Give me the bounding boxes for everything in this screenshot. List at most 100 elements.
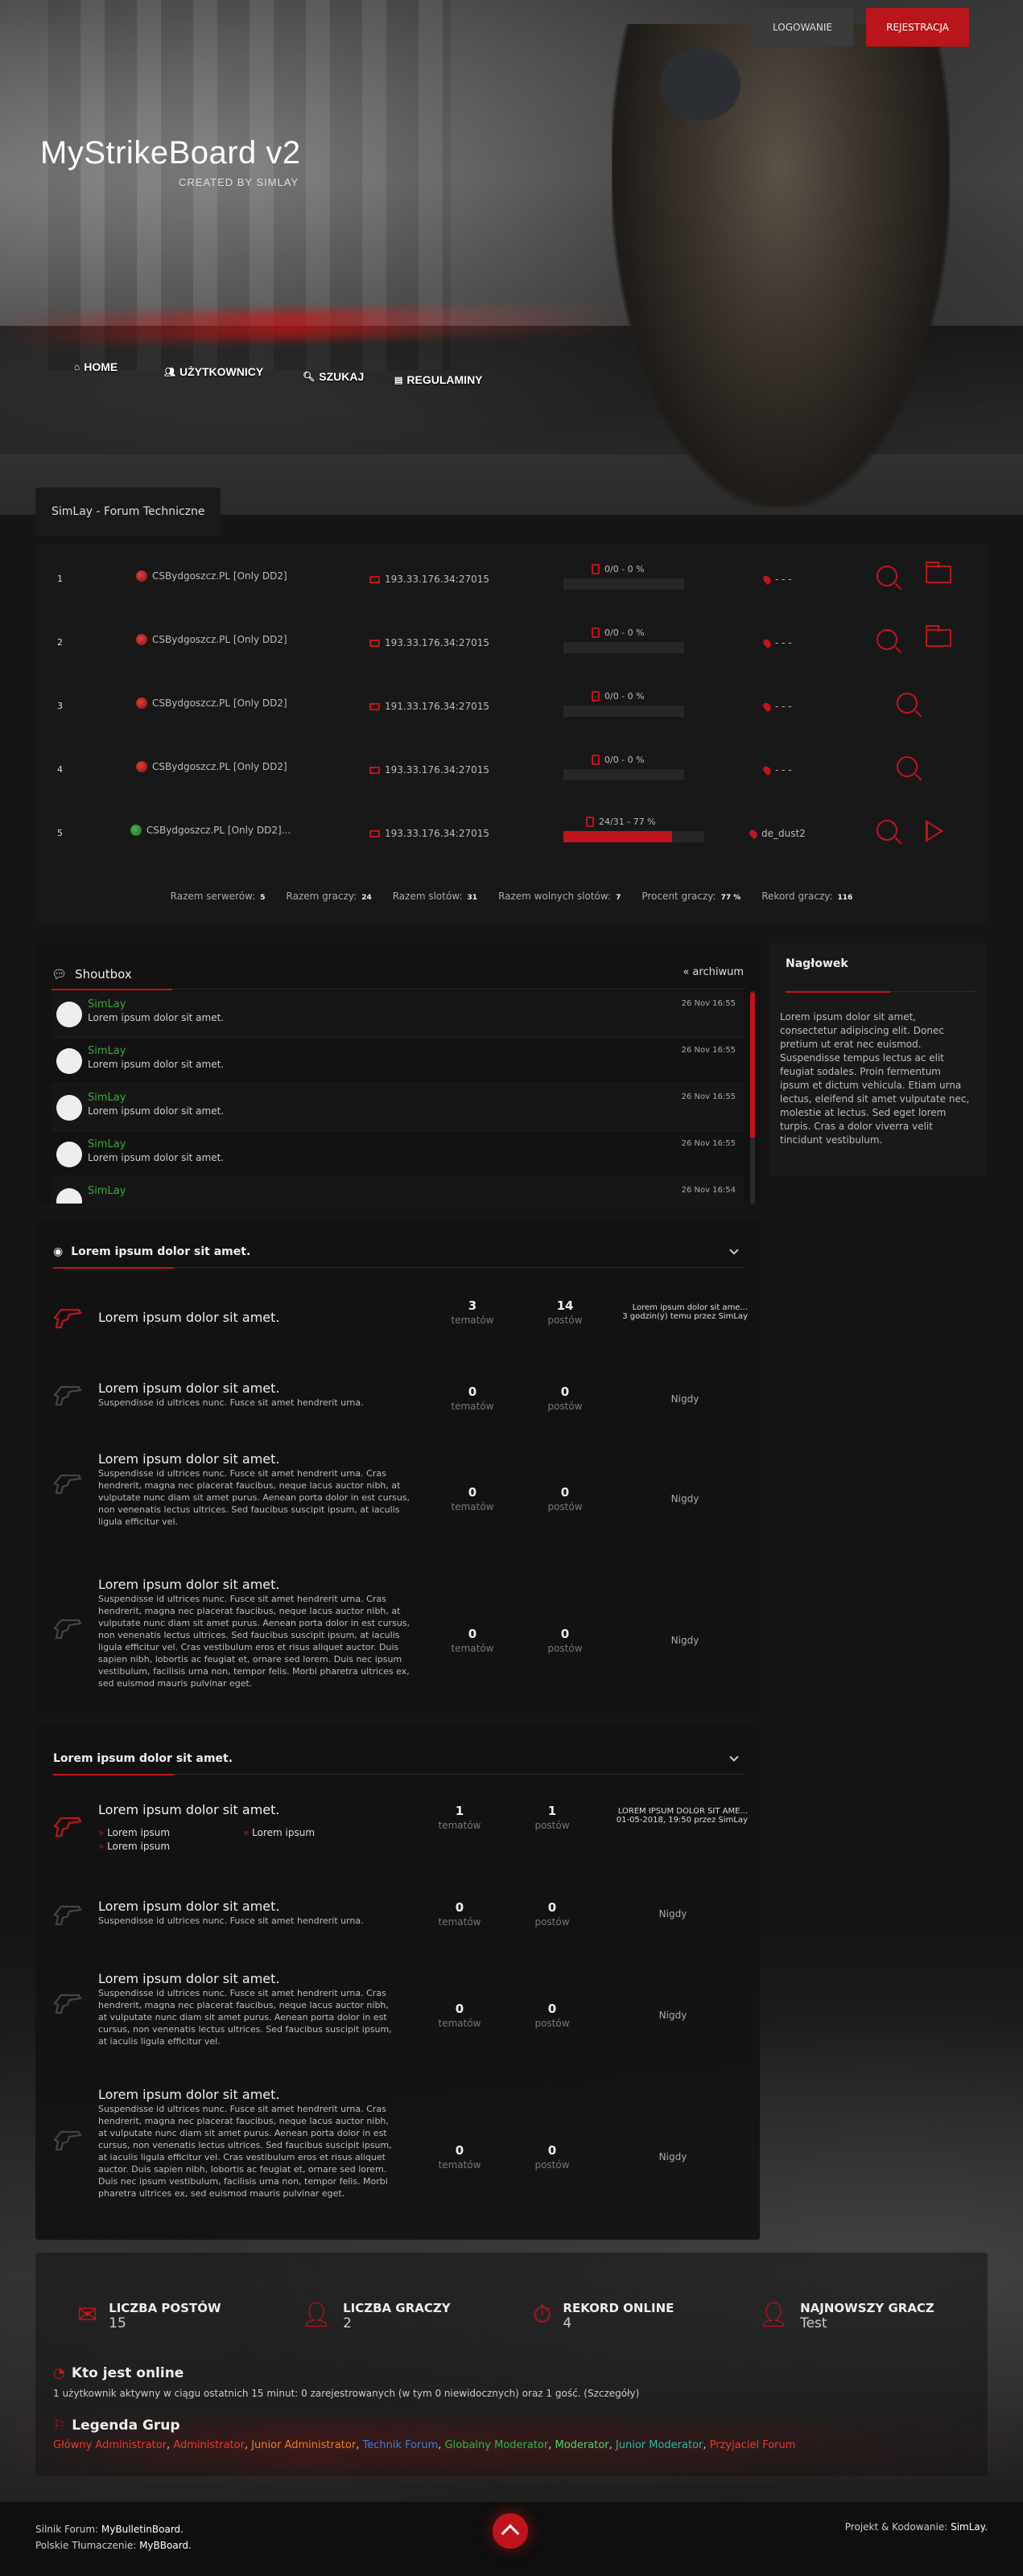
breadcrumb[interactable]: SimLay - Forum Techniczne xyxy=(35,488,221,536)
group-link[interactable]: Moderator xyxy=(555,2439,609,2451)
last-post[interactable]: LOREM IPSUM DOLOR SIT AME... 01-05-2018, … xyxy=(587,1807,748,1825)
server-ip[interactable]: 193.33.176.34:27015 xyxy=(369,637,489,648)
gun-icon xyxy=(52,2125,84,2153)
shout-user[interactable]: SimLay xyxy=(88,1045,126,1057)
forum-title[interactable]: Lorem ipsum dolor sit amet. xyxy=(98,2087,280,2102)
server-name[interactable]: CSBydgoszcz.PL [Only DD2] xyxy=(136,570,287,582)
shoutbox-archive-link[interactable]: « archiwum xyxy=(683,966,744,978)
login-button[interactable]: LOGOWANIE xyxy=(752,8,853,47)
forum-row: Lorem ipsum dolor sit amet. 3 tematów 14 p… xyxy=(35,1287,760,1360)
server-details-icon[interactable] xyxy=(897,693,918,714)
forum-topics: 0 tematów xyxy=(438,2143,481,2171)
server-map: - - - xyxy=(761,764,792,776)
slots-icon xyxy=(592,628,600,638)
map-pin-icon xyxy=(761,764,773,776)
group-link[interactable]: Junior Moderator xyxy=(616,2439,703,2451)
header-accent-line xyxy=(52,989,172,990)
forum-topics: 0 tematów xyxy=(451,1385,494,1412)
server-map-label: - - - xyxy=(775,574,792,585)
map-pin-icon xyxy=(761,574,773,585)
category-header[interactable]: ◉ Lorem ipsum dolor sit amet. xyxy=(53,1236,745,1269)
last-post[interactable]: Lorem ipsum dolor sit ame... 3 godzin(y) … xyxy=(587,1303,748,1321)
server-name-label: CSBydgoszcz.PL [Only DD2] xyxy=(152,634,287,645)
chevron-down-icon[interactable] xyxy=(729,1245,739,1255)
nav-users[interactable]: 👥︎ UŻYTKOWNICY xyxy=(164,365,263,378)
flag-icon xyxy=(136,634,147,645)
shout-user[interactable]: SimLay xyxy=(88,1092,126,1104)
avatar[interactable] xyxy=(56,1048,82,1074)
group-link[interactable]: Globalny Moderator xyxy=(445,2439,549,2451)
server-name[interactable]: CSBydgoszcz.PL [Only DD2] xyxy=(136,697,287,709)
server-ip-label: 191.33.176.34:27015 xyxy=(385,701,490,712)
newest-player-link[interactable]: Test xyxy=(800,2315,934,2331)
play-icon[interactable] xyxy=(926,820,943,842)
forum-topics: 0 tematów xyxy=(451,1485,494,1512)
nav-home[interactable]: ⌂ HOME xyxy=(74,360,118,373)
server-ip[interactable]: 193.33.176.34:27015 xyxy=(369,764,489,776)
shoutbox-messages[interactable]: SimLay Lorem ipsum dolor sit amet. 26 Nov … xyxy=(52,991,744,1204)
server-actions xyxy=(877,625,951,650)
server-ip[interactable]: 193.33.176.34:27015 xyxy=(369,828,489,839)
server-history-icon[interactable] xyxy=(926,562,951,583)
avatar[interactable] xyxy=(56,1142,82,1167)
category-header[interactable]: Lorem ipsum dolor sit amet. xyxy=(53,1743,745,1776)
forum-title[interactable]: Lorem ipsum dolor sit amet. xyxy=(98,1310,280,1325)
server-history-icon[interactable] xyxy=(926,625,951,647)
forum-title[interactable]: Lorem ipsum dolor sit amet. xyxy=(98,1577,280,1592)
forum-category: Lorem ipsum dolor sit amet. Lorem ipsum … xyxy=(35,1726,760,2240)
group-link[interactable]: Junior Administrator xyxy=(251,2439,356,2451)
shout-user[interactable]: SimLay xyxy=(88,1185,126,1197)
group-link[interactable]: Przyjaciel Forum xyxy=(710,2439,796,2451)
category-title: Lorem ipsum dolor sit amet. xyxy=(71,1245,251,1258)
subforum-link[interactable]: » Lorem ipsum xyxy=(98,1826,243,1840)
forum-description: Suspendisse id ultrices nunc. Fusce sit … xyxy=(98,1594,410,1689)
subforum-link[interactable]: » Lorem ipsum xyxy=(98,1840,243,1854)
scroll-to-top-button[interactable] xyxy=(493,2513,528,2549)
avatar[interactable] xyxy=(56,1002,82,1027)
server-ip-label: 193.33.176.34:27015 xyxy=(385,828,490,839)
forum-topics: 0 tematów xyxy=(438,2002,481,2029)
monitor-icon xyxy=(369,829,380,837)
forum-title[interactable]: Lorem ipsum dolor sit amet. xyxy=(98,1971,280,1986)
server-details-icon[interactable] xyxy=(897,756,918,777)
server-details-icon[interactable] xyxy=(877,820,897,841)
header-banner xyxy=(0,0,1023,515)
shoutbox: 💬︎ Shoutbox « archiwum SimLay Lorem ipsum… xyxy=(35,943,760,1204)
shout-user[interactable]: SimLay xyxy=(88,998,126,1010)
server-number: 5 xyxy=(57,828,63,838)
shoutbox-scrollbar[interactable] xyxy=(750,991,755,1204)
site-logo[interactable]: MyStrikeBoard v2 xyxy=(40,135,301,171)
nav-rules[interactable]: ▤ REGULAMINY xyxy=(394,373,483,386)
server-ip[interactable]: 191.33.176.34:27015 xyxy=(369,701,489,712)
forum-title[interactable]: Lorem ipsum dolor sit amet. xyxy=(98,1802,280,1817)
posts-icon: ✉ xyxy=(77,2301,98,2329)
group-link[interactable]: Technik Forum xyxy=(362,2439,438,2451)
author-link[interactable]: SimLay. xyxy=(951,2521,988,2533)
server-row: 1 CSBydgoszcz.PL [Only DD2] 193.33.176.3… xyxy=(35,545,988,609)
chevron-down-icon[interactable] xyxy=(729,1752,739,1762)
shout-user[interactable]: SimLay xyxy=(88,1138,126,1150)
server-row: 2 CSBydgoszcz.PL [Only DD2] 193.33.176.3… xyxy=(35,608,988,673)
engine-link[interactable]: MyBulletinBoard. xyxy=(101,2524,184,2535)
server-details-icon[interactable] xyxy=(877,629,897,650)
subforum-link[interactable]: » Lorem ipsum xyxy=(243,1826,388,1840)
forum-posts: 0 postów xyxy=(547,1385,583,1412)
nav-search[interactable]: 🔍︎ SZUKAJ xyxy=(303,370,364,383)
server-ip[interactable]: 193.33.176.34:27015 xyxy=(369,574,489,585)
register-button[interactable]: REJESTRACJA xyxy=(866,8,969,47)
forum-title[interactable]: Lorem ipsum dolor sit amet. xyxy=(98,1899,280,1914)
server-name[interactable]: CSBydgoszcz.PL [Only DD2]... xyxy=(130,825,291,836)
avatar[interactable] xyxy=(56,1188,82,1204)
avatar[interactable] xyxy=(56,1095,82,1121)
scrollbar-thumb[interactable] xyxy=(750,993,755,1138)
group-link[interactable]: Administrator xyxy=(173,2439,245,2451)
group-link[interactable]: Główny Administrator xyxy=(53,2439,167,2451)
server-name[interactable]: CSBydgoszcz.PL [Only DD2] xyxy=(136,761,287,772)
translation-link[interactable]: MyBBoard. xyxy=(139,2540,192,2551)
server-name[interactable]: CSBydgoszcz.PL [Only DD2] xyxy=(136,634,287,645)
forum-title[interactable]: Lorem ipsum dolor sit amet. xyxy=(98,1381,280,1396)
slots-icon xyxy=(586,817,594,827)
server-details-icon[interactable] xyxy=(877,566,897,586)
forum-description: Suspendisse id ultrices nunc. Fusce sit … xyxy=(98,2104,392,2199)
forum-title[interactable]: Lorem ipsum dolor sit amet. xyxy=(98,1451,280,1467)
